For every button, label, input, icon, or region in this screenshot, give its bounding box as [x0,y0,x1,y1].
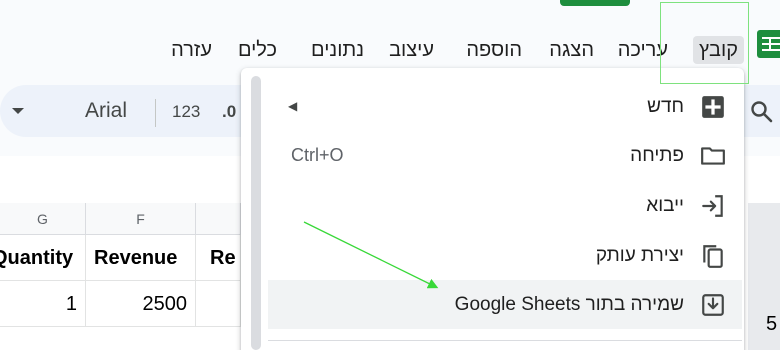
format-number-button[interactable]: 123 [172,102,200,122]
new-spreadsheet-icon [702,96,724,118]
column-header-f[interactable]: F [86,203,196,235]
google-sheets-window: קובץ עריכה הצגה הוספה עיצוב נתונים כלים … [0,0,780,350]
cell-revenue-value[interactable]: 2500 [86,281,196,327]
file-menu-item-save-as-google-sheets[interactable]: שמירה בתור Google Sheets [268,280,742,329]
partial-cell-value: 5 [766,313,778,335]
copy-icon [703,245,723,268]
font-family-selector[interactable]: Arial [85,99,127,123]
menu-item-label: שמירה בתור Google Sheets [454,294,684,315]
decrease-decimal-button[interactable]: .0 [222,102,236,122]
menu-item-label: פתיחה [630,145,684,166]
menu-help[interactable]: עזרה [165,36,218,64]
shortcut-label: Ctrl+O [291,145,344,165]
column-header-e[interactable] [196,203,241,235]
annotation-highlight-box [660,2,749,84]
menu-view[interactable]: הצגה [543,36,600,64]
file-menu-item-import[interactable]: ייבוא [268,181,742,230]
menu-format[interactable]: עיצוב [383,36,440,64]
share-button-edge[interactable] [560,0,630,6]
menu-item-label: יצירת עותק [595,245,684,266]
column-header-g[interactable]: G [0,203,86,235]
cell-quantity-header[interactable]: Quantity [0,235,86,281]
font-size-dropdown-arrow-icon[interactable] [10,105,26,117]
sheets-logo-icon[interactable] [757,30,780,58]
menu-item-label: חדש [647,96,684,117]
search-icon[interactable] [750,100,774,124]
menu-data[interactable]: נתונים [305,36,370,64]
menu-item-label: ייבוא [646,195,684,216]
file-menu-item-make-copy[interactable]: יצירת עותק [268,231,742,280]
menu-insert[interactable]: הוספה [460,36,528,64]
cell-revenue-header[interactable]: Revenue [86,235,196,281]
file-menu-item-open[interactable]: Ctrl+O פתיחה [268,131,742,180]
submenu-arrow-icon: ◀ [288,99,298,113]
file-menu-item-new[interactable]: ◀ חדש [268,82,742,131]
save-as-icon [702,294,724,316]
import-icon [702,195,723,217]
folder-icon [701,147,725,165]
cell-region-value[interactable] [196,281,241,327]
toolbar-divider [155,99,156,127]
cell-quantity-value[interactable]: 1 [0,281,86,327]
cell-region-header[interactable]: Re [196,235,241,281]
menu-divider [268,340,742,341]
menu-tools[interactable]: כלים [232,36,283,64]
menu-scrollbar[interactable] [251,76,261,350]
